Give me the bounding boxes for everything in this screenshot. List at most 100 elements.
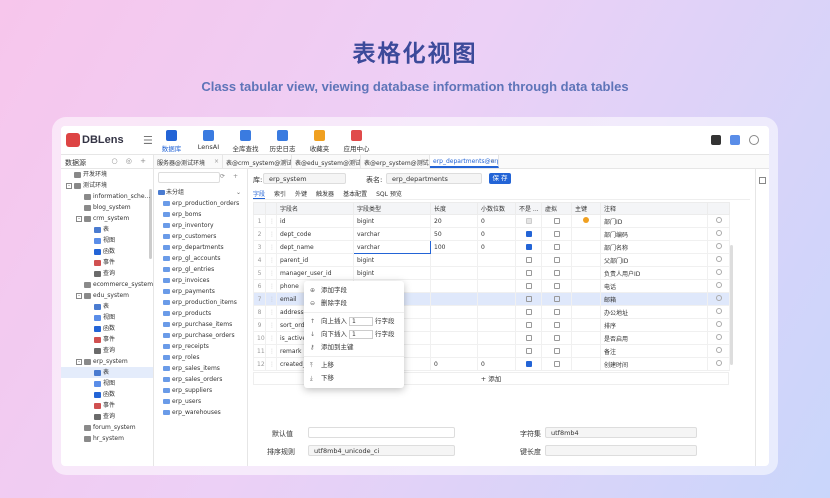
- table-list-item[interactable]: erp_customers: [154, 231, 247, 242]
- ctx-delete-field[interactable]: ⊖ 删除字段: [304, 297, 404, 310]
- virtual-cell[interactable]: [541, 331, 572, 345]
- field-name-cell[interactable]: parent_id: [276, 253, 354, 267]
- ctx-insert-below[interactable]: ↓ 向下插入 1 行字段: [304, 328, 404, 341]
- tree-node[interactable]: 函数: [61, 389, 153, 400]
- table-row[interactable]: 5⋮⋮manager_user_idbigint 负责人用户ID: [253, 266, 730, 280]
- field-comment-cell[interactable]: 部门ID: [600, 214, 708, 228]
- not-null-cell[interactable]: [515, 227, 542, 241]
- primary-key-cell[interactable]: [571, 253, 601, 267]
- primary-key-cell[interactable]: [571, 227, 601, 241]
- tree-node[interactable]: 视图: [61, 378, 153, 389]
- tree-node[interactable]: forum_system: [61, 422, 153, 433]
- virtual-cell[interactable]: [541, 357, 572, 371]
- field-name-cell[interactable]: dept_code: [276, 227, 354, 241]
- row-action-cell[interactable]: [707, 240, 730, 254]
- column-header[interactable]: 长度: [430, 202, 478, 215]
- table-list-item[interactable]: erp_boms: [154, 209, 247, 220]
- field-comment-cell[interactable]: 创建时间: [600, 357, 708, 371]
- drag-handle-icon[interactable]: ⋮⋮: [265, 331, 277, 345]
- table-list-item[interactable]: erp_purchase_orders: [154, 330, 247, 341]
- table-row[interactable]: 4⋮⋮parent_idbigint 父部门ID: [253, 253, 730, 267]
- collapse-icon[interactable]: -: [76, 292, 82, 299]
- primary-key-cell[interactable]: [571, 318, 601, 332]
- tree-node[interactable]: 事件: [61, 334, 153, 345]
- column-header[interactable]: 注释: [600, 202, 708, 215]
- field-decimal-cell[interactable]: [477, 279, 516, 293]
- column-header[interactable]: 不是 ...: [515, 202, 542, 215]
- virtual-checkbox[interactable]: [553, 218, 560, 224]
- key-length-input[interactable]: [545, 445, 697, 456]
- editor-tab-1[interactable]: 表@crm_system@测试... ×: [223, 155, 292, 168]
- virtual-cell[interactable]: [541, 214, 572, 228]
- virtual-checkbox[interactable]: [553, 348, 560, 354]
- field-comment-cell[interactable]: 部门编码: [600, 227, 708, 241]
- field-decimal-cell[interactable]: [477, 266, 516, 280]
- virtual-cell[interactable]: [541, 318, 572, 332]
- column-header[interactable]: 小数位数: [477, 202, 516, 215]
- column-header[interactable]: 字段类型: [353, 202, 431, 215]
- column-header[interactable]: 字段名: [276, 202, 354, 215]
- datasource-tools-icons[interactable]: ○ ◎ +: [111, 157, 149, 165]
- row-action-cell[interactable]: [707, 214, 730, 228]
- tree-node[interactable]: blog_system: [61, 202, 153, 213]
- field-decimal-cell[interactable]: 0: [477, 214, 516, 228]
- field-comment-cell[interactable]: 备注: [600, 344, 708, 358]
- not-null-checkbox[interactable]: [525, 231, 532, 237]
- ctx-insert-above[interactable]: ↑ 向上插入 1 行字段: [304, 315, 404, 328]
- subtab-5[interactable]: SQL 预览: [376, 189, 402, 199]
- virtual-checkbox[interactable]: [553, 231, 560, 237]
- editor-tab-0[interactable]: 服务器@测试环境 ×: [154, 155, 223, 168]
- field-decimal-cell[interactable]: [477, 292, 516, 306]
- table-list-item[interactable]: erp_products: [154, 308, 247, 319]
- not-null-checkbox[interactable]: [525, 270, 532, 276]
- tree-node[interactable]: 事件: [61, 257, 153, 268]
- virtual-checkbox[interactable]: [553, 257, 560, 263]
- field-length-cell[interactable]: [430, 279, 478, 293]
- tree-node[interactable]: hr_system: [61, 433, 153, 444]
- field-type-cell[interactable]: varchar: [353, 240, 431, 254]
- virtual-cell[interactable]: [541, 344, 572, 358]
- collapse-icon[interactable]: -: [66, 182, 72, 189]
- lock-icon[interactable]: [730, 135, 740, 145]
- panel-icon[interactable]: [759, 177, 766, 184]
- not-null-cell[interactable]: [515, 318, 542, 332]
- row-action-cell[interactable]: [707, 279, 730, 293]
- subtab-4[interactable]: 基本配置: [343, 189, 367, 199]
- table-name-input[interactable]: erp_departments: [386, 173, 482, 184]
- field-comment-cell[interactable]: 是否启用: [600, 331, 708, 345]
- drag-handle-icon[interactable]: ⋮⋮: [265, 227, 277, 241]
- not-null-cell[interactable]: [515, 357, 542, 371]
- tree-node[interactable]: 开发环境: [61, 169, 153, 180]
- table-list-item[interactable]: erp_invoices: [154, 275, 247, 286]
- virtual-checkbox[interactable]: [553, 244, 560, 250]
- virtual-cell[interactable]: [541, 305, 572, 319]
- virtual-checkbox[interactable]: [553, 322, 560, 328]
- tree-node[interactable]: - 测试环境: [61, 180, 153, 191]
- not-null-cell[interactable]: [515, 292, 542, 306]
- field-name-cell[interactable]: dept_name: [276, 240, 354, 254]
- remove-row-icon[interactable]: [715, 321, 722, 327]
- insert-above-count-input[interactable]: 1: [349, 316, 373, 326]
- tree-node[interactable]: 函数: [61, 246, 153, 257]
- remove-row-icon[interactable]: [715, 360, 722, 366]
- table-list-item[interactable]: erp_sales_orders: [154, 374, 247, 385]
- row-action-cell[interactable]: [707, 305, 730, 319]
- column-header[interactable]: 主键: [571, 202, 601, 215]
- row-action-cell[interactable]: [707, 331, 730, 345]
- field-comment-cell[interactable]: 电话: [600, 279, 708, 293]
- field-decimal-cell[interactable]: [477, 318, 516, 332]
- close-icon[interactable]: ×: [421, 158, 426, 165]
- ctx-move-up[interactable]: ⤒ 上移: [304, 359, 404, 372]
- drag-handle-icon[interactable]: ⋮⋮: [265, 292, 277, 306]
- field-comment-cell[interactable]: 父部门ID: [600, 253, 708, 267]
- virtual-checkbox[interactable]: [553, 335, 560, 341]
- column-header[interactable]: 虚拟: [541, 202, 572, 215]
- not-null-checkbox[interactable]: [525, 361, 532, 367]
- tree-node[interactable]: 表: [61, 224, 153, 235]
- charset-select[interactable]: utf8mb4: [545, 427, 697, 438]
- field-decimal-cell[interactable]: 0: [477, 227, 516, 241]
- menu-toggle-icon[interactable]: ☰: [143, 134, 153, 147]
- terminal-icon[interactable]: [711, 135, 721, 145]
- virtual-cell[interactable]: [541, 279, 572, 293]
- field-length-cell[interactable]: 100: [430, 240, 478, 254]
